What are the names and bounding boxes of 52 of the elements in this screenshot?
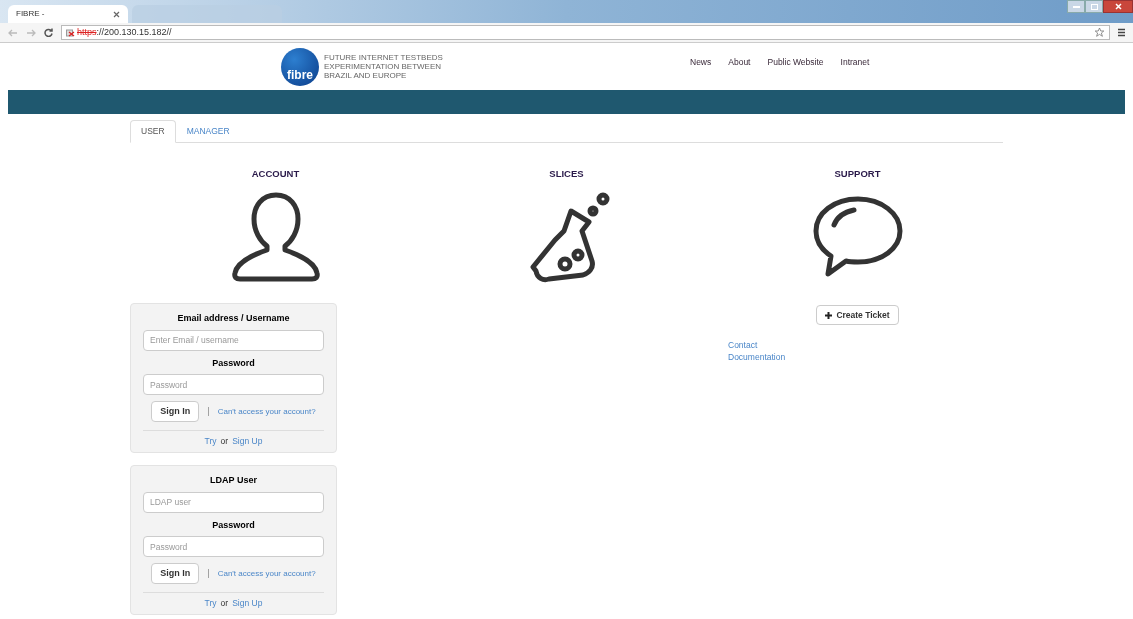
field-label: LDAP User: [209, 474, 258, 487]
help-link[interactable]: Can't access your account?: [217, 567, 316, 580]
column-heading: SUPPORT: [834, 167, 881, 181]
field-label: Password: [211, 518, 256, 532]
back-icon[interactable]: [8, 28, 18, 37]
sign-up-link[interactable]: Sign Up: [232, 597, 263, 610]
support-link[interactable]: Documentation: [728, 351, 786, 364]
tab-title: FIBRE -: [16, 8, 45, 20]
user-icon: [230, 191, 321, 284]
address-bar[interactable]: https://200.130.15.182//: [61, 25, 1110, 40]
menu-icon[interactable]: [1118, 28, 1125, 37]
help-link[interactable]: Can't access your account?: [217, 405, 316, 418]
nav-link[interactable]: Public Website: [767, 56, 824, 69]
field-label: Email address / Username: [176, 312, 291, 326]
username-field[interactable]: Enter Email / username: [143, 329, 324, 351]
plus-icon: [825, 311, 833, 319]
url-scheme: https: [77, 25, 97, 39]
column-heading: ACCOUNT: [251, 167, 300, 181]
field-label: Password: [211, 356, 256, 370]
sign-in-button[interactable]: Sign In: [151, 563, 200, 584]
browser-tab[interactable]: FIBRE -: [8, 5, 128, 23]
logo-word: fibre: [287, 68, 313, 81]
or-text: or: [220, 597, 229, 610]
create-ticket-button[interactable]: Create Ticket: [816, 305, 899, 326]
column-heading: SLICES: [549, 167, 584, 181]
minimize-button[interactable]: [1067, 0, 1085, 13]
try-link[interactable]: Try: [204, 435, 217, 448]
separator: |: [207, 405, 210, 418]
nav-link[interactable]: About: [728, 56, 751, 69]
url-text: ://200.130.15.182//: [96, 25, 172, 39]
page-tab[interactable]: MANAGER: [175, 120, 241, 142]
close-button[interactable]: [1103, 0, 1133, 13]
support-link[interactable]: Contact: [728, 339, 786, 352]
sign-in-button[interactable]: Sign In: [151, 401, 200, 423]
broken-lock-icon: [66, 28, 75, 37]
page-tab[interactable]: USER: [130, 120, 176, 143]
sign-up-link[interactable]: Sign Up: [232, 435, 263, 448]
password-field[interactable]: Password: [143, 536, 324, 557]
close-icon[interactable]: [113, 10, 120, 18]
forward-icon[interactable]: [26, 28, 36, 37]
username-field[interactable]: LDAP user: [143, 491, 324, 513]
nav-link[interactable]: Intranet: [840, 56, 870, 69]
reload-icon[interactable]: [44, 28, 53, 37]
logo-tagline: FUTURE INTERNET TESTBEDS EXPERIMENTATION BETWEEN BRAZIL AND EUROPE: [324, 53, 443, 80]
or-text: or: [220, 435, 229, 448]
maximize-button[interactable]: [1085, 0, 1103, 13]
star-icon[interactable]: [1094, 27, 1105, 38]
password-field[interactable]: Password: [143, 374, 324, 396]
try-link[interactable]: Try: [204, 597, 217, 610]
nav-link[interactable]: News: [690, 56, 712, 69]
separator: |: [207, 566, 210, 580]
close-icon: [1114, 3, 1122, 10]
